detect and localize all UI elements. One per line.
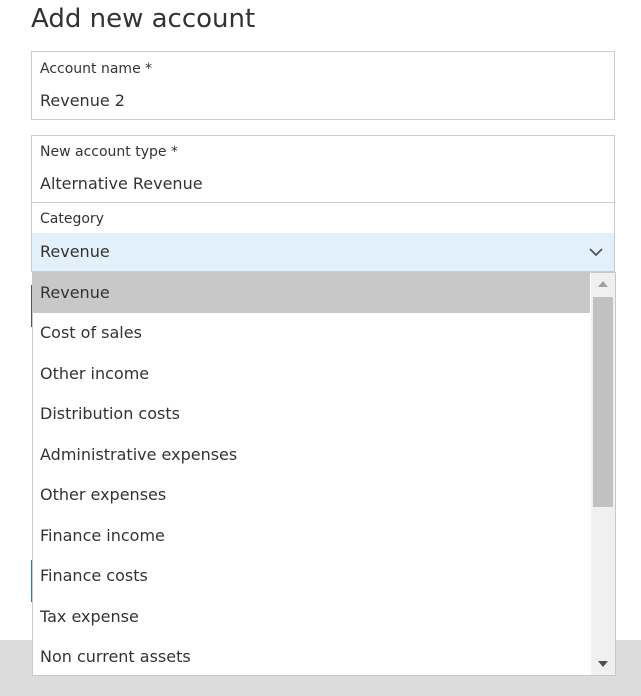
triangle-down-icon[interactable] [591, 653, 615, 675]
category-dropdown-list[interactable]: Revenue Cost of sales Other income Distr… [32, 272, 616, 676]
category-selected-value: Revenue [40, 242, 110, 261]
account-name-field[interactable]: Account name * Revenue 2 [31, 51, 615, 120]
triangle-up-icon[interactable] [591, 273, 615, 295]
dropdown-scrollbar[interactable] [591, 273, 615, 675]
dropdown-option-finance-costs[interactable]: Finance costs [33, 556, 590, 596]
category-field[interactable]: Category Revenue [31, 202, 615, 272]
account-type-field[interactable]: New account type * Alternative Revenue [31, 135, 615, 203]
account-type-value[interactable]: Alternative Revenue [40, 174, 203, 193]
chevron-down-icon[interactable] [588, 245, 604, 259]
dropdown-option-distribution-costs[interactable]: Distribution costs [33, 394, 590, 434]
dropdown-option-non-current-assets[interactable]: Non current assets [33, 637, 590, 675]
dropdown-option-tax-expense[interactable]: Tax expense [33, 597, 590, 637]
category-select[interactable]: Revenue [32, 233, 614, 271]
dropdown-option-administrative-expenses[interactable]: Administrative expenses [33, 435, 590, 475]
dropdown-option-revenue[interactable]: Revenue [33, 273, 590, 313]
add-account-page: Add new account Account name * Revenue 2… [0, 0, 641, 696]
dropdown-option-other-expenses[interactable]: Other expenses [33, 475, 590, 515]
dropdown-option-cost-of-sales[interactable]: Cost of sales [33, 313, 590, 353]
page-title: Add new account [31, 4, 256, 34]
category-label: Category [40, 211, 104, 227]
scrollbar-thumb[interactable] [593, 297, 613, 507]
account-type-label: New account type * [40, 144, 178, 160]
account-name-label: Account name * [40, 61, 153, 77]
dropdown-option-other-income[interactable]: Other income [33, 354, 590, 394]
dropdown-option-finance-income[interactable]: Finance income [33, 516, 590, 556]
account-name-input[interactable]: Revenue 2 [40, 91, 125, 110]
